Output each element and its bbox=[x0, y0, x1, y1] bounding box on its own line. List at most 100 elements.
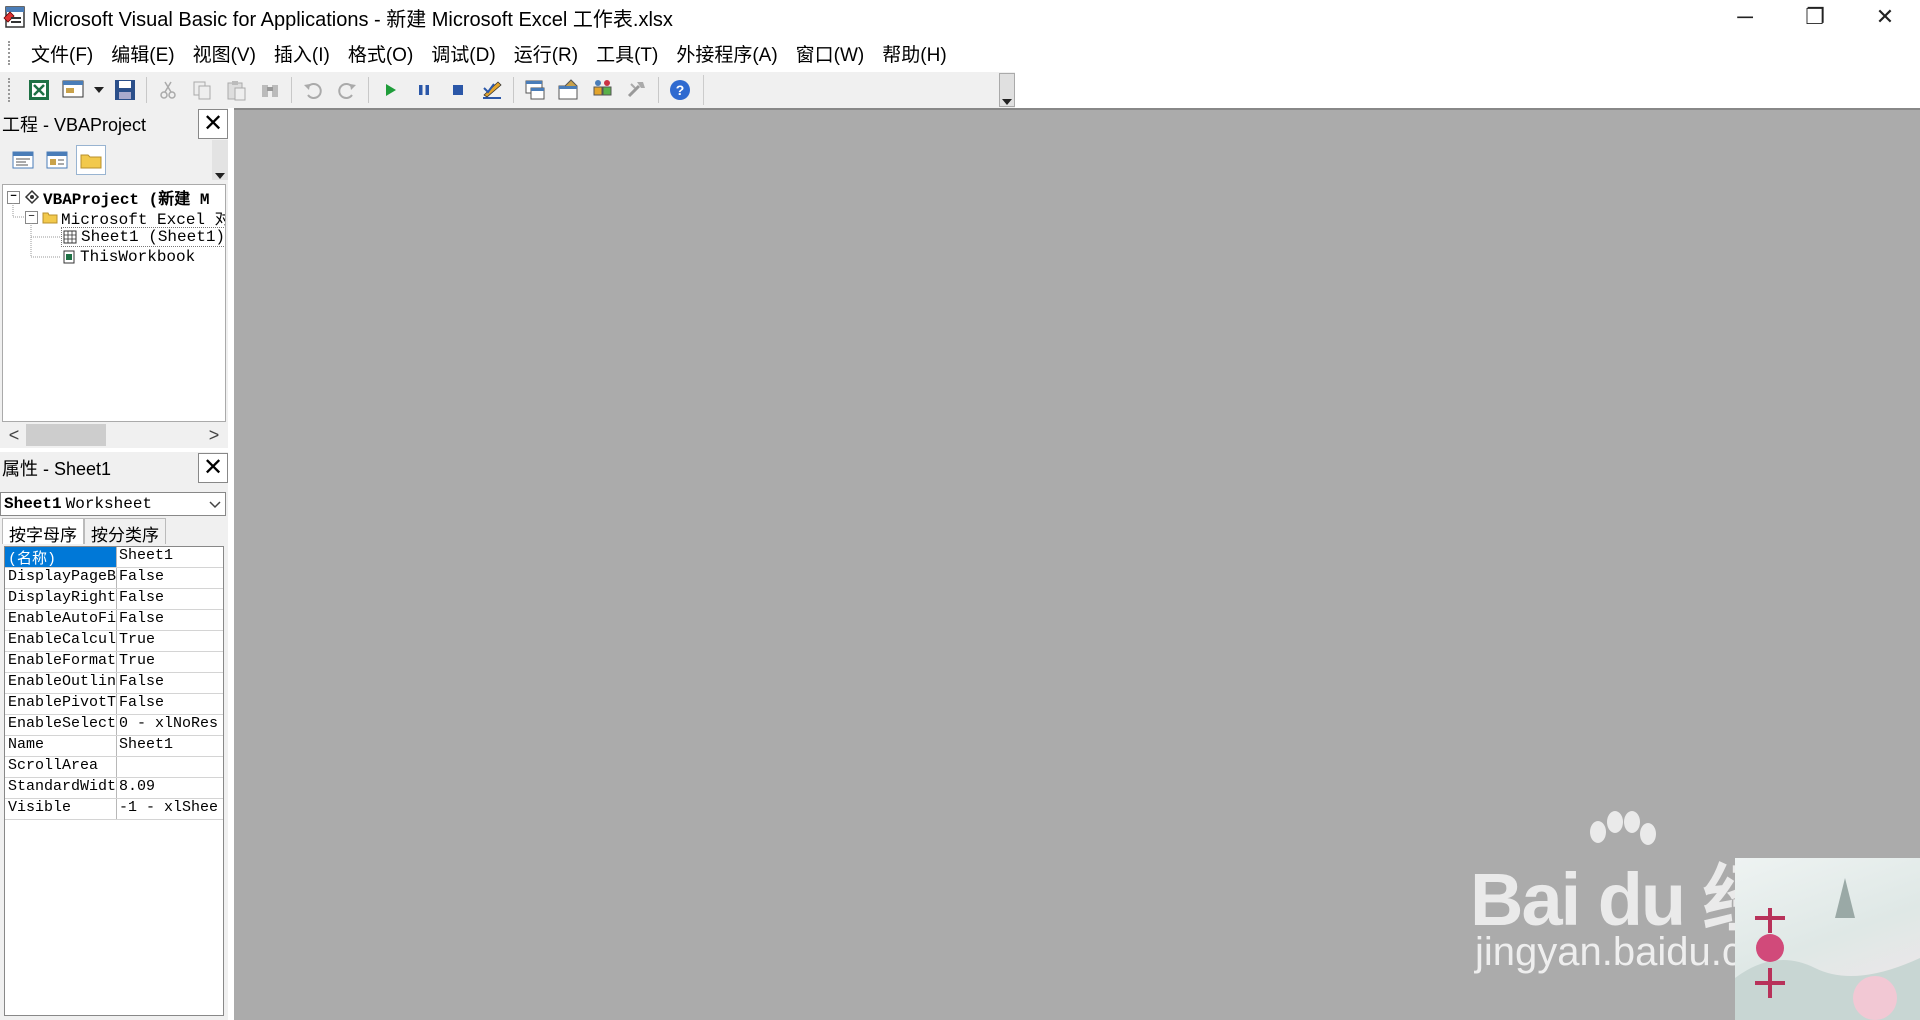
design-mode-icon[interactable] bbox=[477, 75, 507, 105]
toolbar-separator bbox=[291, 77, 292, 103]
property-value[interactable]: False bbox=[117, 568, 223, 588]
menu-file[interactable]: 文件(F) bbox=[22, 40, 102, 67]
excel-icon[interactable] bbox=[24, 75, 54, 105]
restore-button[interactable]: ❐ bbox=[1780, 0, 1850, 34]
property-row[interactable]: EnablePivotT False bbox=[5, 694, 223, 715]
save-icon[interactable] bbox=[110, 75, 140, 105]
insert-form-icon[interactable] bbox=[58, 75, 88, 105]
undo-icon[interactable] bbox=[298, 75, 328, 105]
property-name: EnableSelect bbox=[5, 715, 117, 735]
tab-categorized[interactable]: 按分类序 bbox=[84, 518, 166, 545]
scroll-left-icon[interactable]: < bbox=[2, 425, 26, 446]
property-row[interactable]: DisplayPageB False bbox=[5, 568, 223, 589]
reset-icon[interactable] bbox=[443, 75, 473, 105]
property-value[interactable]: -1 - xlShee bbox=[117, 799, 223, 819]
property-row[interactable]: EnableFormat True bbox=[5, 652, 223, 673]
property-value[interactable]: Sheet1 bbox=[117, 736, 223, 756]
property-value[interactable]: 8.09 bbox=[117, 778, 223, 798]
toggle-folders-icon[interactable] bbox=[76, 145, 106, 175]
cut-icon[interactable] bbox=[153, 75, 183, 105]
toolbar-separator bbox=[368, 77, 369, 103]
property-row[interactable]: DisplayRight False bbox=[5, 589, 223, 610]
toolbar-separator bbox=[146, 77, 147, 103]
scroll-right-icon[interactable]: > bbox=[202, 425, 226, 446]
property-row[interactable]: EnableCalcul True bbox=[5, 631, 223, 652]
property-name: EnableFormat bbox=[5, 652, 117, 672]
property-value[interactable]: False bbox=[117, 694, 223, 714]
insert-dropdown-icon[interactable] bbox=[92, 75, 106, 105]
project-pane-close-button[interactable]: ✕ bbox=[198, 109, 228, 139]
break-icon[interactable] bbox=[409, 75, 439, 105]
menu-edit[interactable]: 编辑(E) bbox=[102, 40, 183, 67]
property-value[interactable]: 0 - xlNoRes bbox=[117, 715, 223, 735]
window-title: Microsoft Visual Basic for Applications … bbox=[32, 8, 673, 31]
standard-toolbar: ? bbox=[0, 72, 1015, 108]
menu-run[interactable]: 运行(R) bbox=[505, 40, 587, 67]
property-name: EnablePivotT bbox=[5, 694, 117, 714]
project-pane-title: 工程 - VBAProject bbox=[2, 115, 147, 135]
property-name: ScrollArea bbox=[5, 757, 117, 777]
property-row[interactable]: Visible -1 - xlShee bbox=[5, 799, 223, 820]
menu-debug[interactable]: 调试(D) bbox=[422, 40, 504, 67]
scroll-thumb[interactable] bbox=[26, 424, 106, 446]
property-row[interactable]: EnableAutoFi False bbox=[5, 610, 223, 631]
property-value[interactable]: False bbox=[117, 610, 223, 630]
chevron-down-icon[interactable] bbox=[209, 494, 221, 519]
menu-insert[interactable]: 插入(I) bbox=[265, 40, 339, 67]
object-name: Sheet1 bbox=[4, 495, 62, 513]
menu-view[interactable]: 视图(V) bbox=[184, 40, 265, 67]
property-value[interactable]: True bbox=[117, 631, 223, 651]
property-value[interactable]: Sheet1 bbox=[117, 547, 223, 567]
toolbar-options-dropdown[interactable] bbox=[999, 73, 1015, 107]
tree-lines bbox=[12, 203, 61, 258]
title-bar: Microsoft Visual Basic for Applications … bbox=[0, 0, 1920, 34]
property-row[interactable]: (名称) Sheet1 bbox=[5, 547, 223, 568]
property-value[interactable]: False bbox=[117, 673, 223, 693]
close-button[interactable]: ✕ bbox=[1850, 0, 1920, 34]
menu-addins[interactable]: 外接程序(A) bbox=[667, 40, 786, 67]
properties-icon[interactable] bbox=[554, 75, 584, 105]
baidu-watermark: Bai du 经验 jingyan.baidu.com bbox=[1470, 810, 1849, 1010]
redo-icon[interactable] bbox=[332, 75, 362, 105]
view-object-icon[interactable] bbox=[42, 145, 72, 175]
property-value[interactable] bbox=[117, 757, 223, 777]
menu-grip[interactable] bbox=[8, 41, 12, 65]
minimize-button[interactable]: ─ bbox=[1710, 0, 1780, 34]
menu-help[interactable]: 帮助(H) bbox=[873, 40, 955, 67]
object-browser-icon[interactable] bbox=[588, 75, 618, 105]
tab-alphabetic[interactable]: 按字母序 bbox=[2, 518, 84, 545]
copy-icon[interactable] bbox=[187, 75, 217, 105]
properties-tabs: 按字母序 按分类序 bbox=[2, 518, 166, 545]
properties-pane: 属性 - Sheet1 ✕ Sheet1 Worksheet 按字母序 按分类序… bbox=[0, 452, 228, 1020]
property-row[interactable]: StandardWidt 8.09 bbox=[5, 778, 223, 799]
object-selector-dropdown[interactable]: Sheet1 Worksheet bbox=[0, 492, 226, 516]
view-code-icon[interactable] bbox=[8, 145, 38, 175]
project-toolbar-scroll-icon[interactable] bbox=[212, 140, 228, 180]
project-pane-toolbar bbox=[0, 140, 228, 180]
toolbox-icon[interactable] bbox=[622, 75, 652, 105]
menu-window[interactable]: 窗口(W) bbox=[787, 40, 874, 67]
project-explorer-icon[interactable] bbox=[520, 75, 550, 105]
menu-format[interactable]: 格式(O) bbox=[339, 40, 422, 67]
menu-bar: 文件(F) 编辑(E) 视图(V) 插入(I) 格式(O) 调试(D) 运行(R… bbox=[0, 36, 1920, 70]
properties-pane-close-button[interactable]: ✕ bbox=[198, 453, 228, 483]
run-icon[interactable] bbox=[375, 75, 405, 105]
project-explorer-pane: 工程 - VBAProject ✕ − VBAProject (新建 M − M… bbox=[0, 108, 228, 448]
property-value[interactable]: False bbox=[117, 589, 223, 609]
property-name: EnableCalcul bbox=[5, 631, 117, 651]
property-row[interactable]: EnableOutlin False bbox=[5, 673, 223, 694]
help-icon[interactable]: ? bbox=[665, 75, 695, 105]
vba-app-icon[interactable] bbox=[2, 4, 28, 30]
paste-icon[interactable] bbox=[221, 75, 251, 105]
property-value[interactable]: True bbox=[117, 652, 223, 672]
project-tree-hscrollbar[interactable]: < > bbox=[2, 422, 226, 448]
menu-tools[interactable]: 工具(T) bbox=[587, 40, 667, 67]
toolbar-grip[interactable] bbox=[8, 78, 12, 102]
properties-pane-header: 属性 - Sheet1 ✕ bbox=[0, 452, 228, 484]
property-row[interactable]: EnableSelect 0 - xlNoRes bbox=[5, 715, 223, 736]
property-row[interactable]: ScrollArea bbox=[5, 757, 223, 778]
property-name: DisplayRight bbox=[5, 589, 117, 609]
property-row[interactable]: Name Sheet1 bbox=[5, 736, 223, 757]
project-tree[interactable]: − VBAProject (新建 M − Microsoft Excel 对 S… bbox=[2, 184, 226, 422]
find-icon[interactable] bbox=[255, 75, 285, 105]
